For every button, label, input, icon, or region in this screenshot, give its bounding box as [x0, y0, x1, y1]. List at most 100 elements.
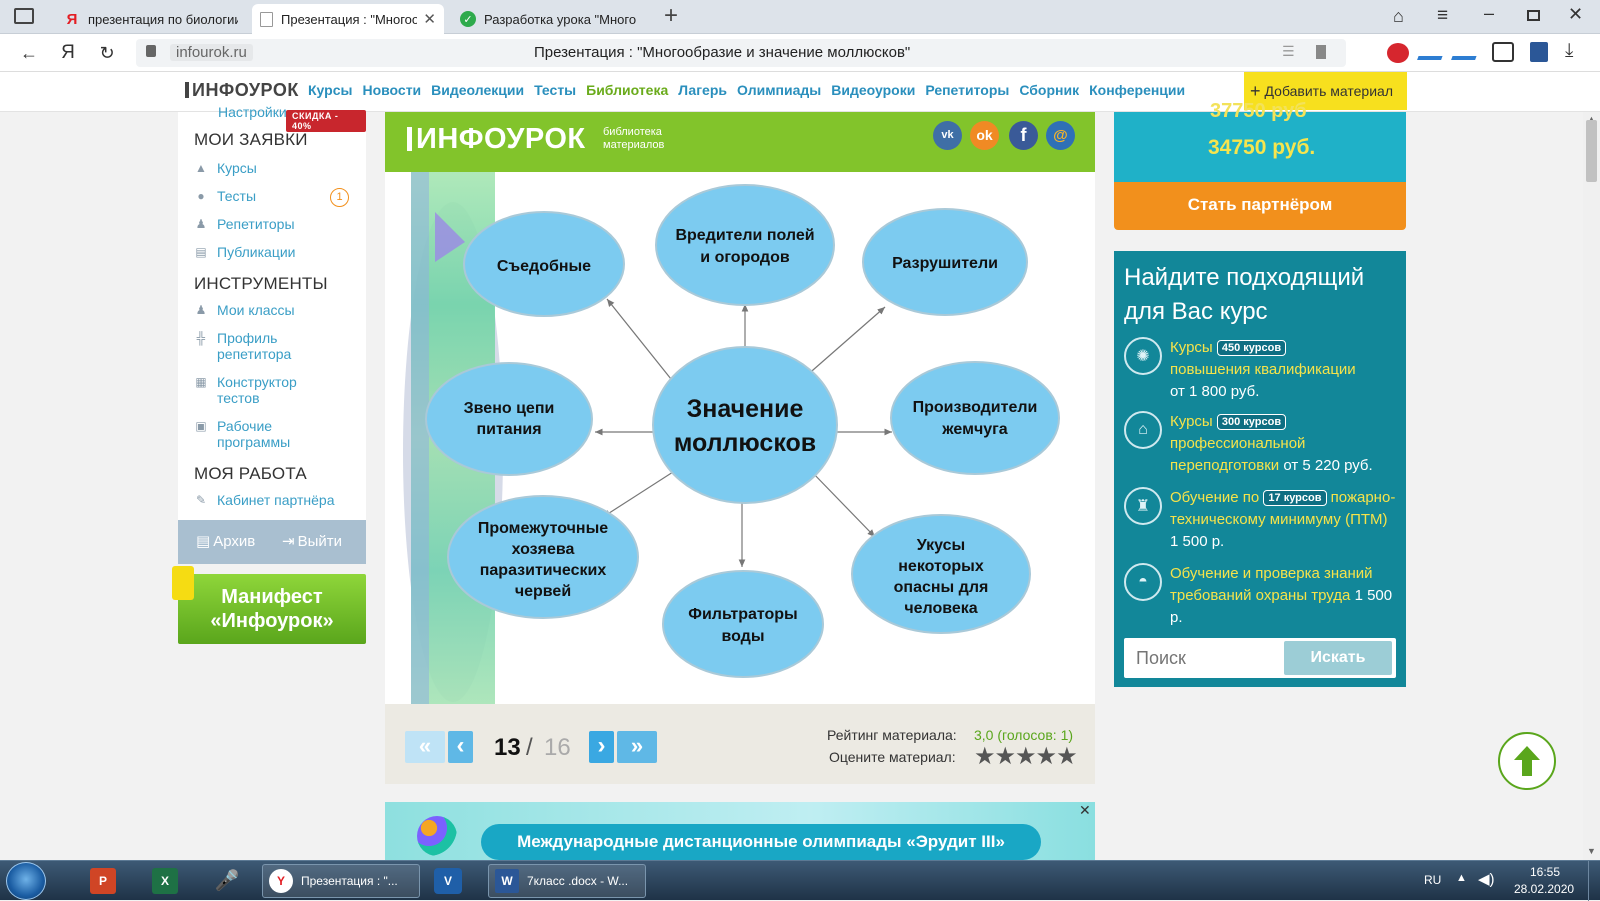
- clock-date[interactable]: 28.02.2020: [1514, 882, 1574, 896]
- nav-news[interactable]: Новости: [362, 82, 421, 98]
- star-icon[interactable]: ★: [974, 743, 995, 770]
- new-tab-button[interactable]: +: [664, 2, 678, 30]
- site-logo[interactable]: ИНФОУРОК: [185, 80, 299, 101]
- ok-icon[interactable]: ok: [970, 121, 999, 150]
- first-slide-button[interactable]: «: [405, 731, 445, 763]
- book-icon: ▤: [195, 245, 207, 259]
- powerpoint-icon: P: [90, 868, 116, 894]
- sidebar-item-settings-partial[interactable]: Настройки: [218, 104, 287, 120]
- extension-checklist-icon[interactable]: [1417, 44, 1447, 60]
- nav-videolectures[interactable]: Видеолекции: [431, 82, 524, 98]
- taskbar-excel[interactable]: X: [146, 864, 190, 898]
- taskbar-browser-window[interactable]: Y Презентация : "...: [262, 864, 420, 898]
- close-tab-icon[interactable]: ✕: [417, 10, 436, 28]
- back-button[interactable]: ←: [16, 41, 42, 65]
- sidebar-item-my-classes[interactable]: ♟ Мои классы: [194, 302, 295, 318]
- nav-tests[interactable]: Тесты: [534, 82, 576, 98]
- nav-conferences[interactable]: Конференции: [1089, 82, 1185, 98]
- minimize-button[interactable]: –: [1484, 3, 1494, 24]
- scroll-to-top-button[interactable]: [1498, 732, 1556, 790]
- volume-icon[interactable]: ◀): [1478, 870, 1495, 888]
- star-icon[interactable]: ★: [1015, 743, 1036, 770]
- extension-notes-icon[interactable]: [1451, 44, 1481, 60]
- address-field[interactable]: infourok.ru Презентация : "Многообразие …: [136, 39, 1346, 67]
- taskbar-microphone[interactable]: 🎤: [208, 864, 252, 898]
- node-bites-line-2: некоторых: [898, 558, 984, 575]
- course-item-labor-safety[interactable]: ◓ Обучение и проверка знаний требований …: [1124, 563, 1399, 629]
- taskbar-vpn[interactable]: V: [428, 864, 472, 898]
- microphone-icon: 🎤: [214, 870, 240, 892]
- page-scrollbar[interactable]: ▲ ▼: [1583, 112, 1600, 860]
- yandex-home-button[interactable]: Я: [55, 41, 81, 65]
- sidebar-item-tutor-profile[interactable]: ╬ Профиль репетитора: [194, 330, 314, 362]
- clock-time[interactable]: 16:55: [1530, 865, 1560, 879]
- address-domain: infourok.ru: [170, 44, 253, 61]
- word-download-icon[interactable]: [1530, 42, 1548, 62]
- star-icon[interactable]: ★: [1056, 743, 1077, 770]
- facebook-icon[interactable]: f: [1009, 121, 1038, 150]
- course-search-button[interactable]: Искать: [1284, 641, 1392, 675]
- tab-yandex[interactable]: Я презентация по биологии: [56, 4, 246, 34]
- infourok-icon: [260, 11, 273, 27]
- course-item-retraining[interactable]: ⌂ Курсы 300 курсов профессиональной переп…: [1124, 411, 1399, 477]
- close-window-button[interactable]: ✕: [1568, 4, 1583, 25]
- menu-icon[interactable]: ≡: [1437, 5, 1448, 27]
- tray-arrow-icon[interactable]: ▲: [1456, 872, 1467, 884]
- star-icon[interactable]: ★: [1036, 743, 1057, 770]
- archive-button[interactable]: ▤ Архив: [196, 532, 255, 550]
- nav-courses[interactable]: Курсы: [308, 82, 352, 98]
- translate-icon[interactable]: [1492, 42, 1514, 62]
- sidebar-item-courses[interactable]: ▲ Курсы: [194, 160, 257, 176]
- sidebar-item-publications[interactable]: ▤ Публикации: [194, 244, 295, 260]
- sidebar-item-work-programs[interactable]: ▣ Рабочие программы: [194, 418, 314, 450]
- taskbar-powerpoint[interactable]: P: [84, 864, 128, 898]
- bookmark-icon[interactable]: [1316, 45, 1326, 59]
- tab-lesson[interactable]: ✓ Разработка урока "Много: [452, 4, 648, 34]
- prev-slide-button[interactable]: ‹: [448, 731, 473, 763]
- bookmarks-icon[interactable]: ⌂: [1393, 6, 1404, 27]
- downloads-icon[interactable]: ⤓: [1565, 40, 1573, 62]
- next-slide-button[interactable]: ›: [589, 731, 614, 763]
- course-item-qualification[interactable]: ✺ Курсы 450 курсов повышения квалификации…: [1124, 337, 1399, 403]
- nav-camp[interactable]: Лагерь: [678, 82, 727, 98]
- banner-text-pill: Международные дистанционные олимпиады «Э…: [481, 824, 1041, 860]
- nav-videolessons[interactable]: Видеоуроки: [831, 82, 915, 98]
- last-slide-button[interactable]: »: [617, 731, 657, 763]
- extension-adblock-icon[interactable]: [1387, 43, 1409, 63]
- total-slides: 16: [544, 734, 571, 761]
- restore-button[interactable]: [1527, 10, 1540, 21]
- mail-icon[interactable]: @: [1046, 121, 1075, 150]
- manifest-button[interactable]: Манифест «Инфоурок»: [178, 574, 366, 644]
- language-indicator[interactable]: RU: [1424, 873, 1441, 887]
- taskbar-word-window[interactable]: W 7класс .docx - W...: [488, 864, 646, 898]
- nav-collection[interactable]: Сборник: [1019, 82, 1079, 98]
- node-center-line-1: Значение: [687, 395, 804, 423]
- rating-value: 3,0 (голосов: 1): [974, 727, 1074, 743]
- sidebar-item-tutors[interactable]: ♟ Репетиторы: [194, 216, 295, 232]
- sidebar-item-partner-cabinet[interactable]: ✎ Кабинет партнёра: [194, 492, 335, 508]
- start-button[interactable]: [6, 862, 46, 900]
- reader-mode-icon[interactable]: ☰: [1282, 43, 1295, 60]
- course-item-fire-safety[interactable]: ♜ Обучение по 17 курсов пожарно-техничес…: [1124, 487, 1399, 553]
- reload-button[interactable]: ↻: [94, 41, 120, 65]
- scroll-down-arrow[interactable]: ▼: [1587, 846, 1596, 856]
- nav-tutors[interactable]: Репетиторы: [925, 82, 1009, 98]
- banner-close-icon[interactable]: ✕: [1079, 802, 1091, 819]
- vk-icon[interactable]: vk: [933, 121, 962, 150]
- become-partner-button[interactable]: Стать партнёром: [1114, 182, 1406, 230]
- star-icon[interactable]: ★: [995, 743, 1016, 770]
- tabs-manager-icon[interactable]: [14, 8, 34, 24]
- check-icon: ✓: [460, 11, 476, 27]
- node-pests: [655, 184, 835, 306]
- nav-olympiads[interactable]: Олимпиады: [737, 82, 821, 98]
- rating-stars[interactable]: ★★★★★: [974, 742, 1078, 771]
- sidebar-item-tests[interactable]: ● Тесты: [194, 188, 256, 204]
- logout-button[interactable]: ⇥ Выйти: [282, 532, 342, 550]
- course-search-input[interactable]: [1124, 638, 1284, 678]
- scrollbar-thumb[interactable]: [1586, 120, 1597, 182]
- olympiad-banner[interactable]: ✕ Международные дистанционные олимпиады …: [385, 802, 1095, 860]
- sidebar-item-test-builder[interactable]: ▦ Конструктор тестов: [194, 374, 314, 406]
- tab-presentation[interactable]: Презентация : "Многоо ✕: [252, 4, 444, 34]
- show-desktop-button[interactable]: [1588, 861, 1600, 901]
- nav-library[interactable]: Библиотека: [586, 82, 668, 98]
